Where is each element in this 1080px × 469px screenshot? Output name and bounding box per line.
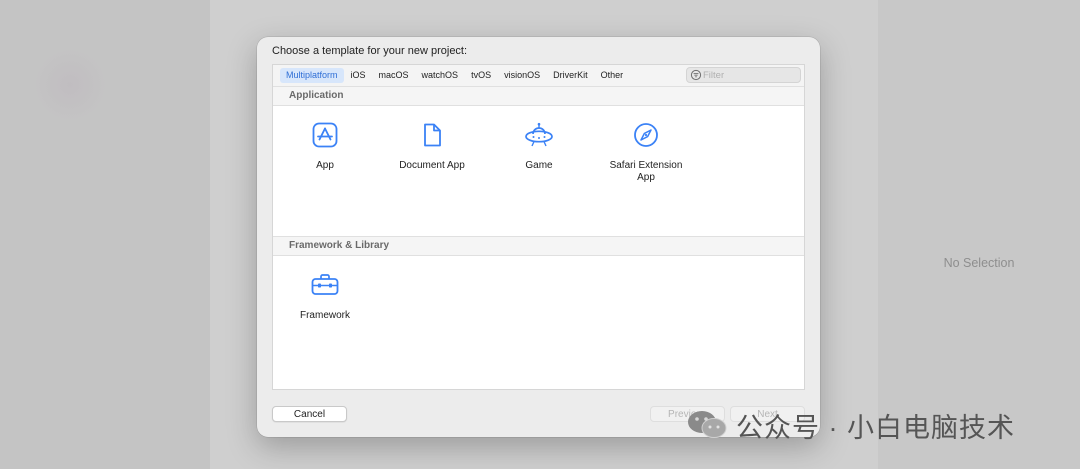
tab-driverkit[interactable]: DriverKit <box>547 68 594 83</box>
template-app[interactable]: App <box>275 121 375 172</box>
game-icon <box>525 122 553 147</box>
safari-compass-icon <box>634 123 658 147</box>
toolbox-icon <box>311 274 339 295</box>
template-list: Application App Document App Game Safari… <box>272 86 805 390</box>
tab-multiplatform[interactable]: Multiplatform <box>280 68 344 83</box>
template-label: Game <box>525 160 553 171</box>
template-game[interactable]: Game <box>489 121 589 172</box>
section-header-application: Application <box>273 86 804 106</box>
filter-icon <box>690 69 702 81</box>
tab-other[interactable]: Other <box>595 68 630 83</box>
wechat-icon <box>688 411 727 438</box>
section-label: Application <box>289 90 344 101</box>
section-header-framework-library: Framework & Library <box>273 236 804 256</box>
filter-field[interactable] <box>686 67 801 83</box>
tab-ios[interactable]: iOS <box>345 68 372 83</box>
template-document-app[interactable]: Document App <box>382 121 482 172</box>
watermark: 公众号 · 小白电脑技术 <box>686 407 1015 443</box>
inspector-pane <box>878 0 1080 469</box>
tab-visionos[interactable]: visionOS <box>498 68 546 83</box>
document-icon <box>424 123 441 147</box>
tab-macos[interactable]: macOS <box>373 68 415 83</box>
background-blur <box>30 50 110 120</box>
template-label: Safari Extension App <box>596 160 696 184</box>
template-label: App <box>316 160 334 171</box>
watermark-text: 公众号 · 小白电脑技术 <box>736 412 1015 443</box>
template-label: Document App <box>399 160 465 171</box>
template-label-line2: App <box>637 172 655 183</box>
template-label-line1: Safari Extension <box>609 160 683 171</box>
filter-input[interactable] <box>703 68 797 82</box>
tab-tvos[interactable]: tvOS <box>465 68 497 83</box>
section-label: Framework & Library <box>289 240 390 251</box>
template-safari-extension-app[interactable]: Safari Extension App <box>596 121 696 184</box>
cancel-button[interactable]: Cancel <box>272 406 347 422</box>
platform-filter-bar: Multiplatform iOS macOS watchOS tvOS vis… <box>272 64 805 86</box>
template-label: Framework <box>299 310 350 321</box>
tab-watchos[interactable]: watchOS <box>416 68 465 83</box>
no-selection-label: No Selection <box>943 256 1015 270</box>
template-framework[interactable]: Framework <box>275 271 375 322</box>
new-project-sheet: Choose a template for your new project: … <box>257 37 820 437</box>
app-store-icon <box>312 122 338 148</box>
sheet-title: Choose a template for your new project: <box>272 45 468 57</box>
platform-tabs: Multiplatform iOS macOS watchOS tvOS vis… <box>280 68 630 83</box>
